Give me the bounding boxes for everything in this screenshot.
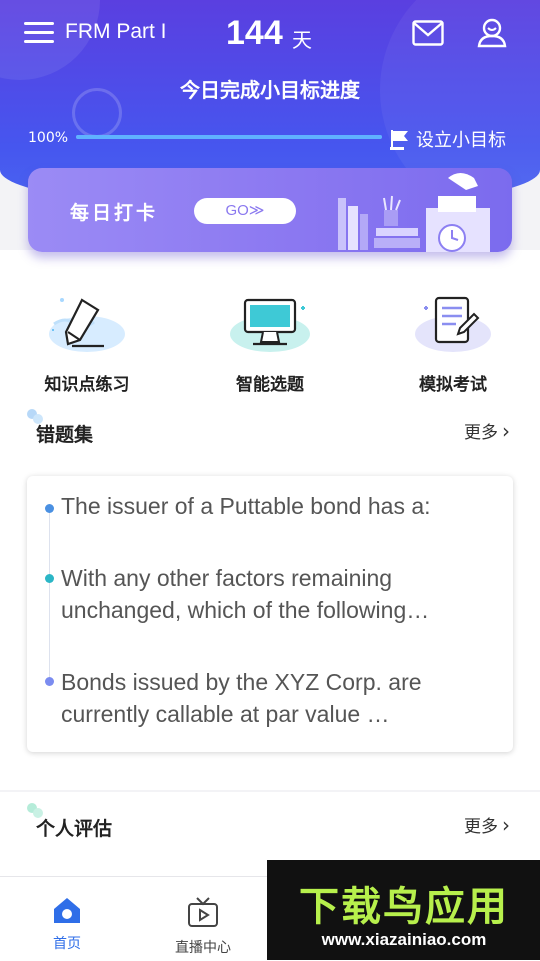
wrong-question-item[interactable]: The issuer of a Puttable bond has a: [61,490,501,522]
pencil-icon [49,298,125,352]
mail-icon[interactable] [412,20,444,46]
feature-mock-exam[interactable]: 模拟考试 [373,294,533,395]
monitor-icon [230,298,310,352]
watermark: 下载鸟应用 www.xiazainiao.com [267,860,540,960]
feature-label: 智能选题 [236,375,304,395]
wrong-question-item[interactable]: With any other factors remaining unchang… [61,562,501,626]
tab-live-center[interactable]: 直播中心 [158,895,248,957]
tab-label: 首页 [53,936,81,952]
exam-paper-icon [415,296,491,352]
goal-title: 今日完成小目标进度 [180,78,360,102]
timeline-dot [45,677,54,686]
feature-label: 模拟考试 [419,375,487,395]
daily-checkin-banner[interactable]: 每日打卡 GO≫ [28,168,512,252]
user-icon[interactable] [476,16,508,48]
menu-icon[interactable] [24,22,54,44]
wrong-set-title: 错题集 [36,424,94,446]
wrong-question-item[interactable]: Bonds issued by the XYZ Corp. are curren… [61,666,501,730]
timeline-dot [45,574,54,583]
go-button[interactable]: GO≫ [194,198,296,224]
watermark-title: 下载鸟应用 [299,884,509,930]
progress-label: 100% [28,130,69,146]
assessment-title: 个人评估 [36,818,113,840]
assessment-more-link[interactable]: 更多 › [464,812,510,838]
wrong-set-more-link[interactable]: 更多 › [464,418,510,444]
feature-label: 知识点练习 [44,375,130,395]
chevron-right-icon: › [502,812,510,837]
feature-knowledge-practice[interactable]: 知识点练习 [7,294,167,395]
chevron-right-icon: › [502,418,510,443]
set-goal-button[interactable]: 设立小目标 [388,126,506,152]
course-title[interactable]: FRM Part I [65,20,167,44]
banner-title: 每日打卡 [70,202,159,224]
days-unit: 天 [292,28,312,52]
days-count: 144 [226,14,283,52]
watermark-url: www.xiazainiao.com [321,930,487,949]
timeline-line [49,508,50,680]
wrong-question-card: The issuer of a Puttable bond has a: Wit… [27,476,513,752]
feature-smart-select[interactable]: 智能选题 [190,294,350,395]
timeline-dot [45,504,54,513]
tab-home[interactable]: 首页 [22,895,112,953]
goal-progress-fill [76,135,382,139]
goal-progress-bar [76,135,382,139]
more-label: 更多 [464,817,498,837]
flag-icon [390,130,408,150]
more-label: 更多 [464,423,498,443]
tv-icon [188,897,218,927]
tab-label: 直播中心 [175,940,231,956]
books-clock-illustration [338,173,490,252]
set-goal-label: 设立小目标 [416,130,506,151]
home-icon [54,898,80,923]
